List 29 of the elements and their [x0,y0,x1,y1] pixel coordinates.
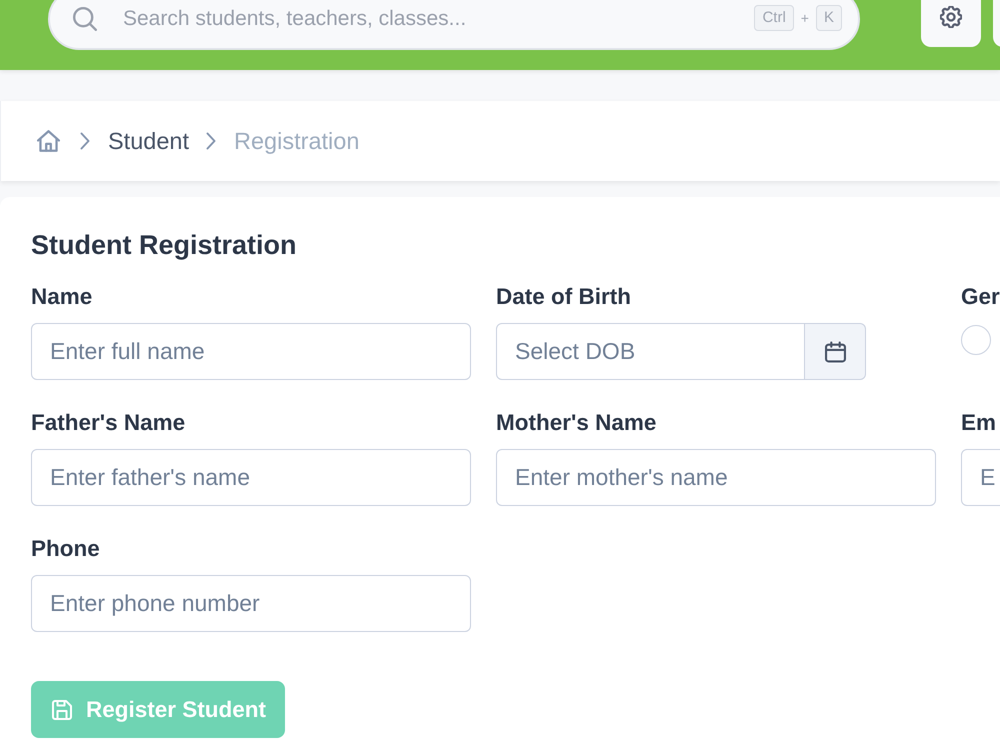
settings-icon [940,6,962,28]
text-input[interactable]: Enter father's name [31,449,471,506]
chevron-icon [206,132,216,150]
field-label: Name [31,284,92,310]
search-icon [73,7,97,31]
settings-button[interactable] [921,0,981,47]
text-input[interactable]: E [961,449,1000,506]
key-separator: + [800,10,809,26]
field-label: Ger [961,284,1000,310]
text-input[interactable]: Enter full name [31,323,471,380]
field-label: Mother's Name [496,410,656,436]
breadcrumb-link[interactable]: Student [108,128,190,154]
field-label: Em [961,410,996,436]
home-icon[interactable] [37,130,60,152]
keyboard-key: K [816,5,842,31]
text-input[interactable]: Enter phone number [31,575,471,632]
field-label: Date of Birth [496,284,631,310]
save-icon [52,698,72,720]
chevron-icon [80,132,90,150]
form-title: Student Registration [31,229,297,261]
field-label: Father's Name [31,410,186,436]
date-input[interactable]: Select DOB [496,323,805,380]
radio-button[interactable] [961,325,991,355]
calendar-icon [824,340,846,362]
field-label: Phone [31,536,100,562]
text-input[interactable]: Enter mother's name [496,449,936,506]
calendar-button[interactable] [805,323,866,380]
breadcrumb-link[interactable]: Registration [234,128,360,154]
keyboard-key: Ctrl [754,5,794,31]
